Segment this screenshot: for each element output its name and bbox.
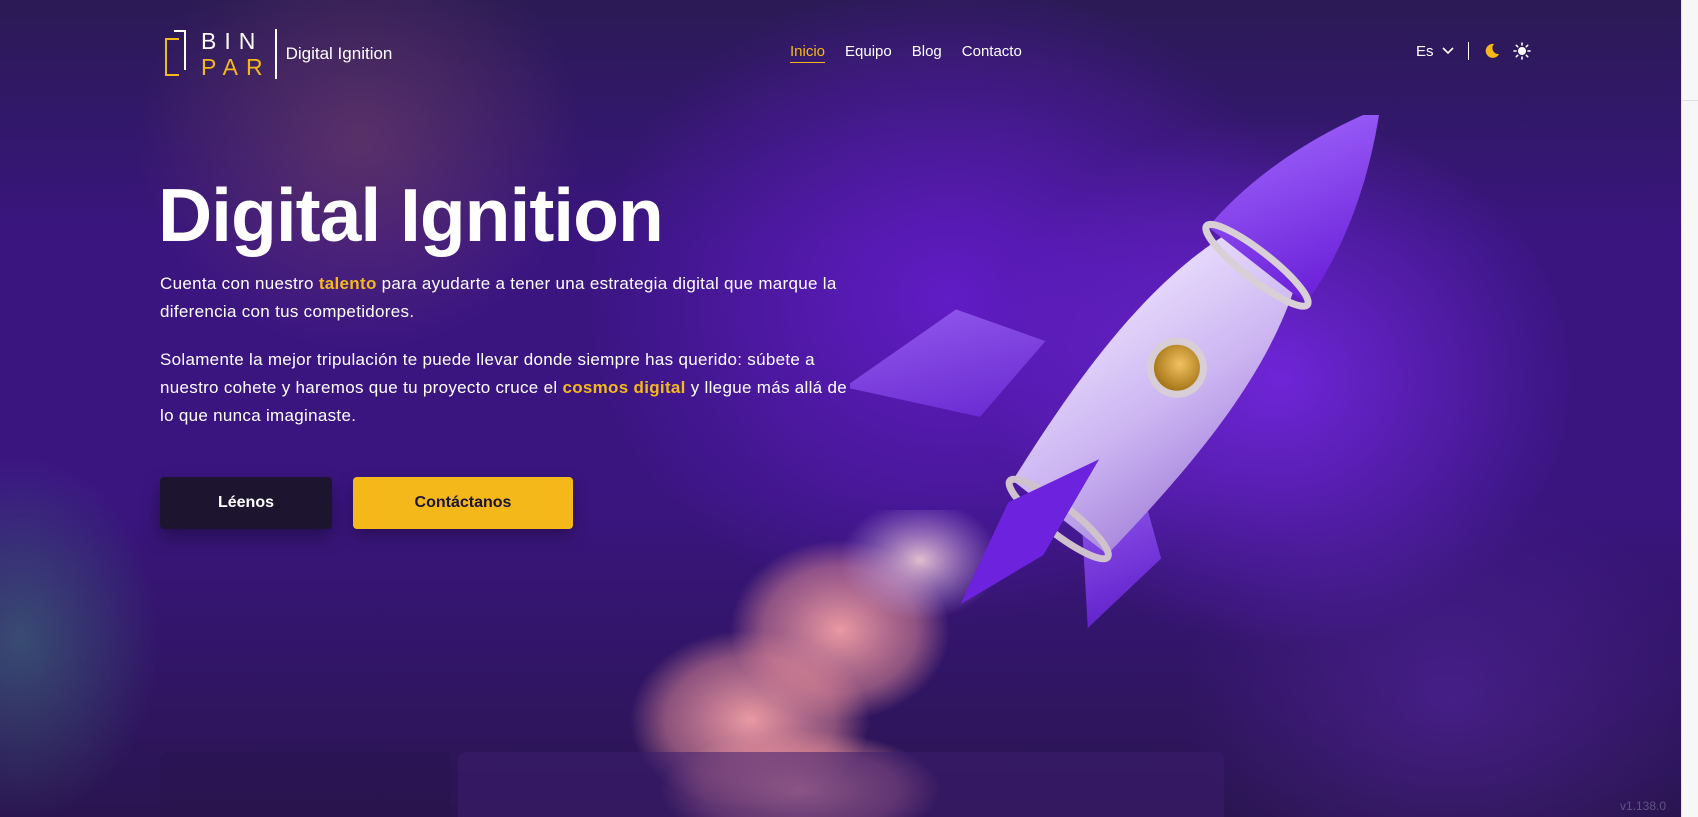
logo-text-bin: BIN <box>201 28 264 54</box>
highlight-cosmos-digital: cosmos digital <box>562 378 686 397</box>
card-placeholder-left <box>160 752 450 817</box>
header-tools: Es <box>1416 42 1531 60</box>
highlight-talento: talento <box>318 274 377 293</box>
main-nav: Inicio Equipo Blog Contacto <box>790 43 1022 63</box>
hero-paragraph-1: Cuenta con nuestro talento para ayudarte… <box>160 274 837 321</box>
tools-divider <box>1467 42 1469 60</box>
rocket-illustration <box>850 115 1381 629</box>
logo-mark-icon <box>163 28 193 80</box>
scrollbar[interactable] <box>1681 0 1698 817</box>
hero-title: Digital Ignition <box>158 173 664 257</box>
sun-icon[interactable] <box>1512 42 1531 60</box>
nav-item-equipo[interactable]: Equipo <box>845 43 892 63</box>
language-selector[interactable]: Es <box>1416 43 1454 60</box>
nav-item-contacto[interactable]: Contacto <box>962 43 1022 63</box>
version-label: v1.138.0 <box>1620 799 1667 813</box>
nav-item-blog[interactable]: Blog <box>912 43 942 63</box>
logo-text-par: PAR <box>201 54 271 80</box>
logo[interactable]: BIN PAR Digital Ignition <box>163 28 392 80</box>
card-placeholder <box>458 752 1224 817</box>
nav-item-inicio[interactable]: Inicio <box>790 43 826 63</box>
hero-section: BIN PAR Digital Ignition Inicio Equipo B… <box>0 0 1681 817</box>
chevron-down-icon <box>1441 47 1454 55</box>
hero-paragraph-2: Solamente la mejor tripulación te puede … <box>160 350 847 425</box>
language-label: Es <box>1416 42 1434 60</box>
moon-icon[interactable] <box>1483 42 1501 60</box>
read-us-button[interactable]: Léenos <box>160 477 332 529</box>
contact-us-button[interactable]: Contáctanos <box>353 477 573 529</box>
logo-divider <box>274 29 277 79</box>
brand-name: Digital Ignition <box>285 44 393 63</box>
